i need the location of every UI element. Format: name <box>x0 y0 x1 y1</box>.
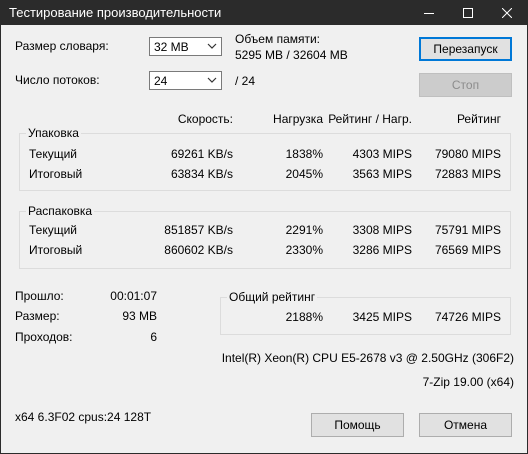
cancel-button[interactable]: Отмена <box>419 413 512 437</box>
col-speed: Скорость: <box>177 112 233 126</box>
memory-label: Объем памяти: <box>235 32 321 46</box>
window-title: Тестирование производительности <box>9 5 222 20</box>
row-name: Текущий <box>29 147 77 161</box>
row-rating: 75791 MIPS <box>434 223 501 237</box>
memory-value: 5295 MB / 32604 MB <box>235 48 348 62</box>
close-icon <box>502 8 512 18</box>
compress-title: Упаковка <box>26 126 81 140</box>
row-rpu: 4303 MIPS <box>352 147 412 161</box>
row-speed: 63834 KB/s <box>170 167 233 181</box>
decompress-title: Распаковка <box>26 204 95 218</box>
row-rpu: 3563 MIPS <box>352 167 412 181</box>
row-rating: 79080 MIPS <box>434 147 501 161</box>
maximize-button[interactable] <box>449 1 487 25</box>
row-name: Итоговый <box>29 167 83 181</box>
total-rating-title: Общий рейтинг <box>227 290 318 304</box>
col-rating-usage: Рейтинг / Нагр. <box>328 112 412 126</box>
row-rating: 76569 MIPS <box>434 243 501 257</box>
threads-label: Число потоков: <box>15 73 100 87</box>
compress-group: Упаковка <box>19 126 511 191</box>
close-button[interactable] <box>488 1 526 25</box>
restart-button[interactable]: Перезапуск <box>419 37 512 61</box>
threads-max: / 24 <box>235 74 256 88</box>
row-speed: 860602 KB/s <box>164 243 233 257</box>
row-usage: 2330% <box>285 243 323 257</box>
row-rpu: 3308 MIPS <box>352 223 412 237</box>
row-rating: 72883 MIPS <box>434 167 501 181</box>
col-rating: Рейтинг <box>456 112 501 126</box>
row-name: Текущий <box>29 223 77 237</box>
total-rating: 74726 MIPS <box>434 310 501 324</box>
sys-info: x64 6.3F02 cpus:24 128T <box>15 410 152 424</box>
size-value: 93 MB <box>122 309 157 323</box>
elapsed-value: 00:01:07 <box>110 289 157 303</box>
title-bar[interactable]: Тестирование производительности <box>1 1 527 25</box>
row-speed: 851857 KB/s <box>164 223 233 237</box>
decompress-group: Распаковка <box>19 204 511 269</box>
col-usage: Нагрузка <box>273 112 323 126</box>
dict-size-label: Размер словаря: <box>15 39 109 53</box>
help-button[interactable]: Помощь <box>311 413 404 437</box>
threads-select[interactable]: 24 <box>149 71 222 90</box>
dict-size-select[interactable]: 32 MB <box>149 37 222 56</box>
benchmark-window: Тестирование производительности Размер с… <box>0 0 528 454</box>
row-usage: 2291% <box>285 223 323 237</box>
elapsed-label: Прошло: <box>15 289 64 303</box>
cpu-info: Intel(R) Xeon(R) CPU E5-2678 v3 @ 2.50GH… <box>221 351 514 365</box>
chevron-down-icon <box>207 43 217 49</box>
row-usage: 2045% <box>285 167 323 181</box>
maximize-icon <box>463 8 473 18</box>
version-info: 7-Zip 19.00 (x64) <box>422 375 514 389</box>
stop-button[interactable]: Стоп <box>419 73 512 97</box>
row-rpu: 3286 MIPS <box>352 243 412 257</box>
row-speed: 69261 KB/s <box>170 147 233 161</box>
threads-value: 24 <box>154 74 168 88</box>
size-label: Размер: <box>15 309 60 323</box>
passes-label: Проходов: <box>15 330 73 344</box>
total-usage: 2188% <box>285 310 323 324</box>
minimize-button[interactable] <box>410 1 448 25</box>
dict-size-value: 32 MB <box>154 40 189 54</box>
minimize-icon <box>424 13 434 14</box>
dialog-content: Размер словаря: 32 MB Объем памяти: 5295… <box>1 25 527 453</box>
total-rpu: 3425 MIPS <box>352 310 412 324</box>
row-usage: 1838% <box>285 147 323 161</box>
passes-value: 6 <box>150 330 157 344</box>
chevron-down-icon <box>207 77 217 83</box>
row-name: Итоговый <box>29 243 83 257</box>
